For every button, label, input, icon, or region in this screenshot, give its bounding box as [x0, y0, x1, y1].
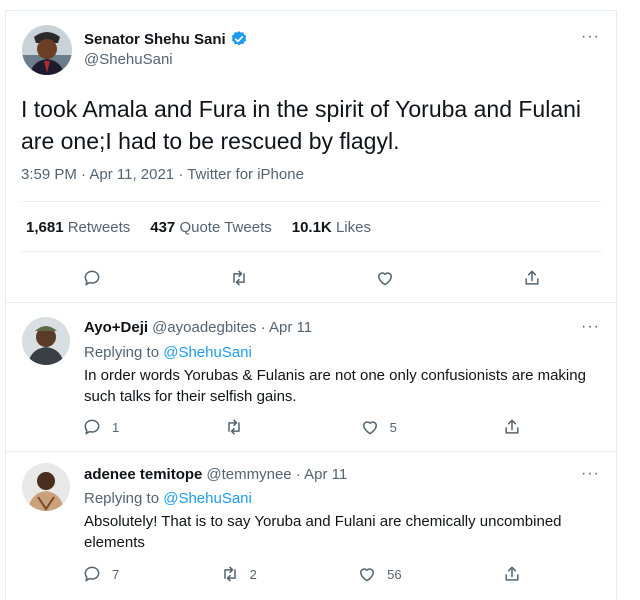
retweet-button[interactable] — [229, 268, 249, 288]
share-icon — [505, 566, 519, 581]
retweet-icon — [228, 419, 241, 435]
retweet-icon — [232, 270, 245, 286]
reply-button[interactable]: 1 — [82, 417, 119, 437]
share-button[interactable] — [502, 564, 522, 584]
reply-author-handle[interactable]: @temmynee · Apr 11 — [206, 466, 347, 483]
main-tweet-actions — [82, 268, 542, 288]
like-count: 56 — [387, 566, 402, 582]
divider — [21, 201, 601, 202]
reply-icon — [84, 419, 100, 435]
reply-button[interactable]: 7 — [82, 564, 119, 584]
reply-text: Absolutely! That is to say Yoruba and Fu… — [84, 513, 562, 551]
avatar-image — [22, 317, 70, 365]
reply-count: 7 — [112, 566, 120, 582]
tweet-text: I took Amala and Fura in the spirit of Y… — [21, 96, 582, 154]
retweet-button[interactable] — [224, 417, 254, 437]
like-button[interactable]: 5 — [360, 417, 397, 437]
retweet-icon — [223, 566, 236, 582]
replying-to-link[interactable]: @ShehuSani — [163, 490, 252, 507]
replying-to: Replying to @ShehuSani — [84, 490, 252, 507]
like-button[interactable] — [375, 268, 395, 288]
reply-icon — [84, 566, 100, 582]
share-button[interactable] — [502, 417, 522, 437]
reply-avatar[interactable] — [22, 463, 70, 511]
reply-tweet[interactable]: adenee temitope @temmynee · Apr 11 ··· Re… — [6, 452, 616, 600]
reply-button[interactable] — [82, 268, 102, 288]
quote-tweets-stat[interactable]: 437 Quote Tweets — [150, 219, 271, 236]
retweets-stat[interactable]: 1,681 Retweets — [26, 219, 130, 236]
share-icon — [505, 419, 519, 434]
reply-actions: 7 2 56 — [82, 564, 522, 584]
more-options-icon[interactable]: ··· — [581, 465, 600, 483]
heart-icon — [362, 421, 377, 435]
replying-to: Replying to @ShehuSani — [84, 344, 252, 361]
heart-icon — [378, 272, 393, 286]
author-handle[interactable]: @ShehuSani — [84, 51, 173, 68]
replying-to-link[interactable]: @ShehuSani — [163, 344, 252, 361]
retweet-count: 2 — [249, 566, 257, 582]
author-name[interactable]: Senator Shehu Sani — [84, 31, 226, 48]
like-count: 5 — [389, 419, 397, 435]
reply-avatar[interactable] — [22, 317, 70, 365]
likes-stat[interactable]: 10.1K Likes — [292, 219, 371, 236]
heart-icon — [360, 568, 375, 582]
tweet-timestamp[interactable]: 3:59 PM · Apr 11, 2021 · Twitter for iPh… — [21, 166, 304, 183]
divider — [21, 251, 601, 252]
more-options-icon[interactable]: ··· — [581, 318, 600, 336]
retweet-button[interactable]: 2 — [220, 564, 257, 584]
share-button[interactable] — [522, 268, 542, 288]
main-tweet: Senator Shehu Sani @ShehuSani ··· I took… — [6, 11, 616, 303]
tweet-stats: 1,681 Retweets 437 Quote Tweets 10.1K Li… — [26, 219, 371, 236]
reply-author-handle[interactable]: @ayoadegbites · Apr 11 — [152, 319, 312, 336]
reply-author-name[interactable]: Ayo+Deji — [84, 319, 148, 336]
reply-icon — [84, 270, 100, 286]
reply-count: 1 — [112, 419, 120, 435]
like-button[interactable]: 56 — [357, 564, 402, 584]
reply-tweet[interactable]: Ayo+Deji @ayoadegbites · Apr 11 ··· Reply… — [6, 303, 616, 451]
share-icon — [525, 270, 539, 285]
verified-badge-icon — [231, 31, 246, 46]
author-avatar[interactable] — [22, 25, 72, 75]
avatar-image — [22, 25, 72, 75]
reply-actions: 1 5 — [82, 417, 522, 437]
more-options-icon[interactable]: ··· — [581, 28, 600, 46]
reply-text: In order words Yorubas & Fulanis are not… — [84, 367, 586, 405]
avatar-image — [22, 463, 70, 511]
reply-author-name[interactable]: adenee temitope — [84, 466, 202, 483]
